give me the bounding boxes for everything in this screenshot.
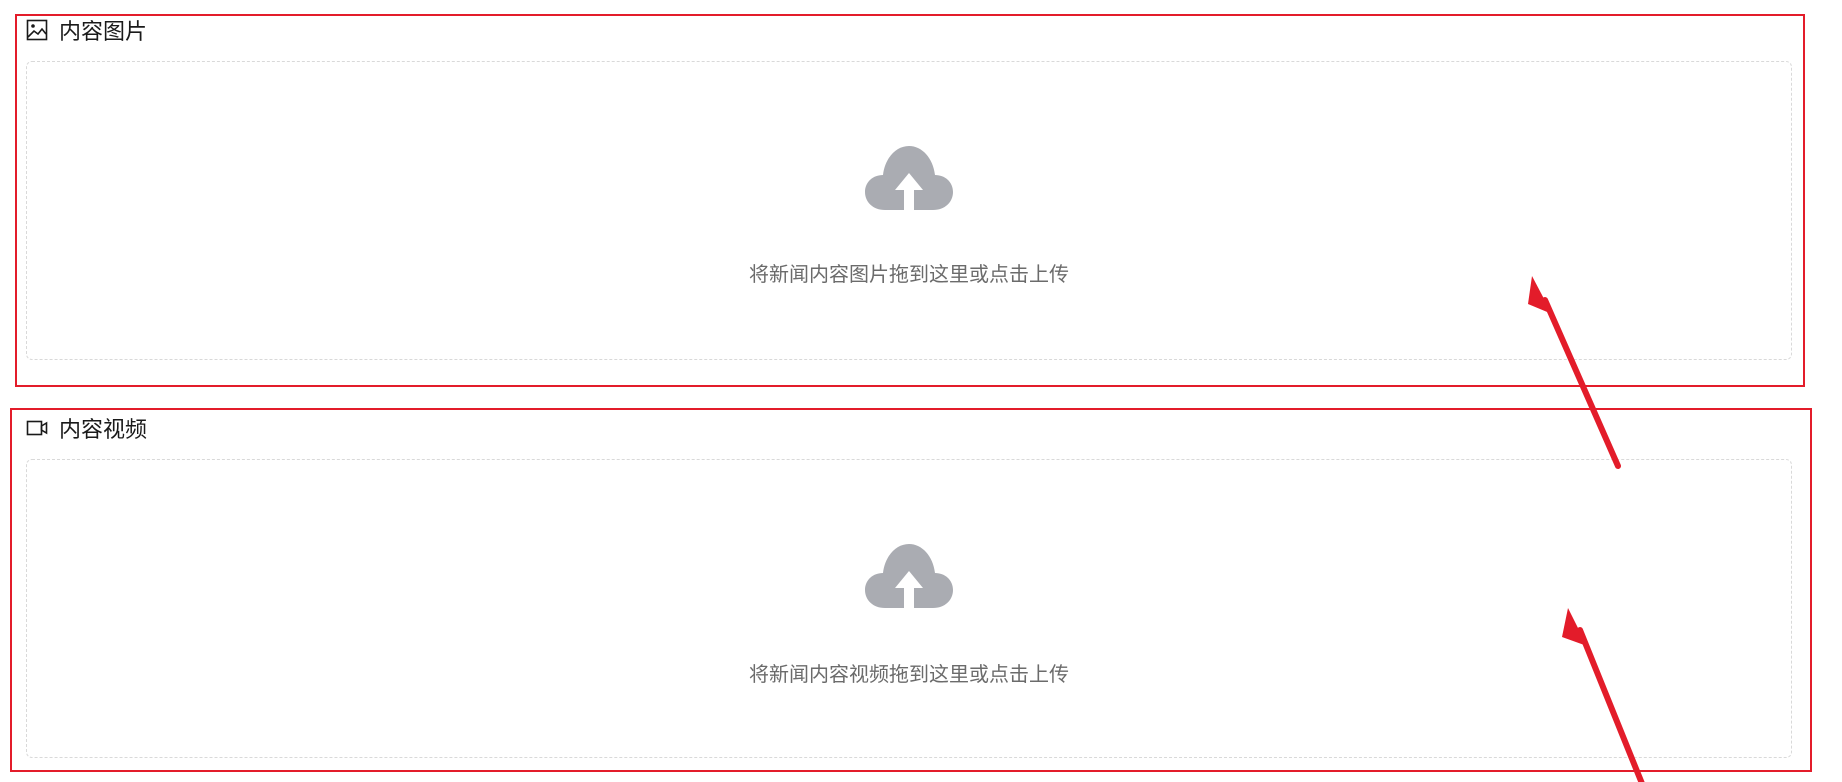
- cloud-upload-icon: [865, 146, 953, 210]
- image-upload-hint: 将新闻内容图片拖到这里或点击上传: [749, 262, 1069, 286]
- cloud-upload-icon: [865, 544, 953, 608]
- video-section-label: 内容视频: [59, 418, 148, 443]
- video-upload-hint: 将新闻内容视频拖到这里或点击上传: [749, 662, 1069, 686]
- video-icon: [26, 417, 48, 439]
- video-section-title: 内容视频: [26, 412, 147, 444]
- image-section-title: 内容图片: [26, 14, 147, 46]
- image-icon: [26, 19, 48, 41]
- video-upload-dropzone[interactable]: 将新闻内容视频拖到这里或点击上传: [26, 459, 1792, 758]
- image-upload-dropzone[interactable]: 将新闻内容图片拖到这里或点击上传: [26, 61, 1792, 360]
- image-section-label: 内容图片: [59, 20, 148, 45]
- page: 内容图片 将新闻内容图片拖到这里或点击上传 内容视频 将新闻内容视频拖到这里或点…: [0, 0, 1842, 782]
